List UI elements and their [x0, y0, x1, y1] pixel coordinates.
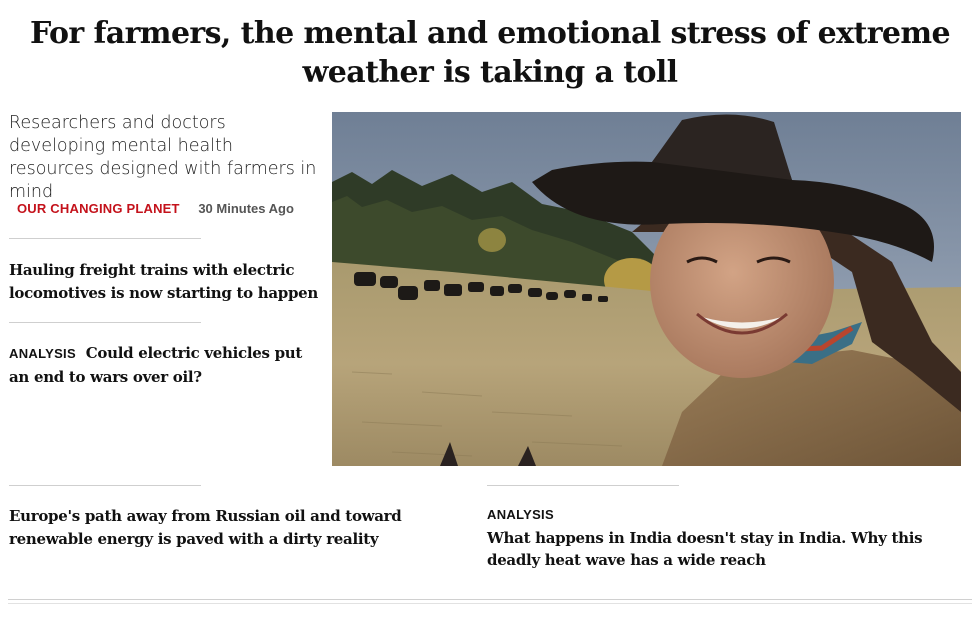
story-link[interactable]: Hauling freight trains with electric loc…: [9, 261, 318, 302]
analysis-tag[interactable]: ANALYSIS: [9, 346, 76, 361]
analysis-tag[interactable]: ANALYSIS: [487, 507, 554, 522]
timestamp: 30 Minutes Ago: [198, 201, 294, 216]
story-link[interactable]: What happens in India doesn't stay in In…: [487, 529, 923, 570]
story-link[interactable]: Europe's path away from Russian oil and …: [9, 507, 402, 548]
divider: [9, 322, 201, 323]
story-item[interactable]: ANALYSIS Could electric vehicles put an …: [9, 342, 309, 388]
divider: [9, 485, 201, 486]
lead-summary[interactable]: Researchers and doctors developing menta…: [9, 112, 319, 204]
story-item[interactable]: Hauling freight trains with electric loc…: [9, 259, 319, 304]
lead-headline-link[interactable]: For farmers, the mental and emotional st…: [30, 16, 951, 90]
lead-photo-graphic: [332, 112, 961, 466]
divider: [9, 238, 201, 239]
story-item[interactable]: ANALYSIS What happens in India doesn't s…: [487, 503, 937, 572]
section-divider: [8, 603, 972, 604]
lead-headline[interactable]: For farmers, the mental and emotional st…: [0, 14, 980, 92]
section-divider: [8, 599, 972, 600]
section-link[interactable]: OUR CHANGING PLANET: [17, 201, 180, 216]
story-item[interactable]: Europe's path away from Russian oil and …: [9, 505, 449, 550]
lead-meta: OUR CHANGING PLANET 30 Minutes Ago: [17, 200, 317, 218]
lead-image[interactable]: [332, 112, 961, 466]
divider: [487, 485, 679, 486]
